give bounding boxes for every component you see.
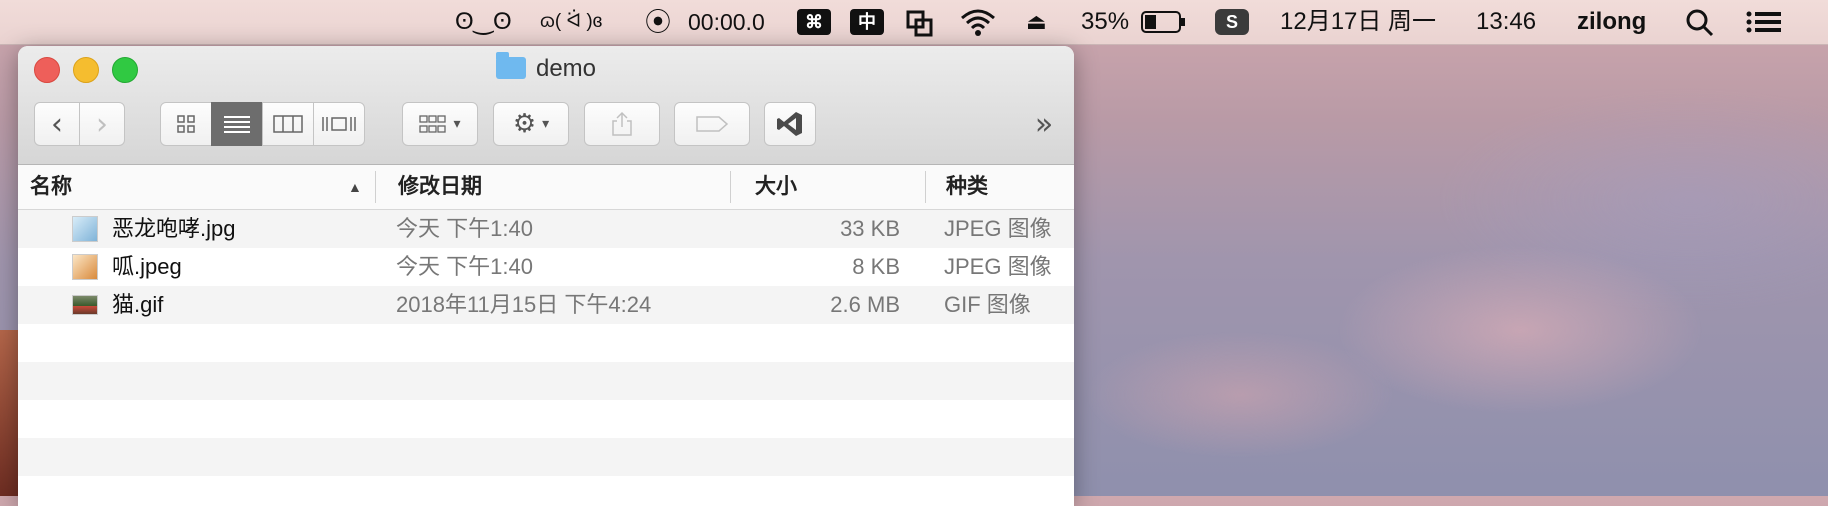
file-row[interactable]: 呱.jpeg 今天 下午1:40 8 KB JPEG 图像 bbox=[18, 248, 1074, 286]
chevron-down-icon: ▾ bbox=[453, 116, 461, 132]
menubar-app-face-icon-2[interactable]: ɷ( ᐛ )ɞ bbox=[540, 0, 602, 44]
icon-view-button[interactable] bbox=[160, 102, 212, 146]
empty-row bbox=[18, 362, 1074, 400]
gif-thumbnail-icon bbox=[72, 295, 98, 315]
file-kind: JPEG 图像 bbox=[944, 216, 1052, 241]
share-button[interactable] bbox=[584, 102, 660, 146]
record-icon[interactable]: ⦿ bbox=[645, 0, 671, 44]
forward-button[interactable]: › bbox=[79, 102, 125, 146]
empty-row bbox=[18, 476, 1074, 506]
menu-bar: ʘ‿ʘ ɷ( ᐛ )ɞ ⦿ 00:00.0 ⌘ 中 ⏏ 35% S 12月17日… bbox=[0, 0, 1828, 45]
tag-button[interactable] bbox=[674, 102, 750, 146]
title-bar: demo ‹ › ▾ ⚙ ▾ » bbox=[18, 46, 1074, 165]
file-name: 呱.jpeg bbox=[112, 254, 182, 279]
file-row[interactable]: 恶龙咆哮.jpg 今天 下午1:40 33 KB JPEG 图像 bbox=[18, 210, 1074, 248]
image-thumbnail-icon bbox=[72, 254, 98, 280]
empty-row bbox=[18, 324, 1074, 362]
group-by-button[interactable]: ▾ bbox=[402, 102, 478, 146]
list-view-button[interactable] bbox=[211, 102, 263, 146]
notification-center-icon[interactable] bbox=[1745, 0, 1783, 44]
column-divider[interactable] bbox=[730, 171, 731, 203]
list-view-icon bbox=[224, 116, 250, 133]
record-timer[interactable]: 00:00.0 bbox=[688, 0, 765, 44]
gallery-view-button[interactable] bbox=[313, 102, 365, 146]
battery-icon[interactable] bbox=[1140, 0, 1188, 44]
file-size: 8 KB bbox=[852, 254, 900, 279]
image-thumbnail-icon bbox=[72, 216, 98, 242]
empty-row bbox=[18, 438, 1074, 476]
file-name: 恶龙咆哮.jpg bbox=[112, 216, 236, 241]
file-date: 2018年11月15日 下午4:24 bbox=[396, 292, 652, 317]
menubar-app-face-icon[interactable]: ʘ‿ʘ bbox=[455, 0, 512, 44]
gallery-view-icon bbox=[322, 117, 356, 131]
file-date: 今天 下午1:40 bbox=[396, 216, 533, 241]
file-date: 今天 下午1:40 bbox=[396, 254, 533, 279]
column-divider[interactable] bbox=[375, 171, 376, 203]
menubar-date[interactable]: 12月17日 周一 bbox=[1280, 0, 1436, 44]
group-by-icon bbox=[419, 115, 447, 133]
screen-share-icon[interactable] bbox=[905, 0, 935, 44]
battery-percentage[interactable]: 35% bbox=[1081, 0, 1129, 44]
command-icon[interactable]: ⌘ bbox=[797, 9, 831, 35]
toolbar-overflow-button[interactable]: » bbox=[1026, 102, 1062, 146]
column-view-icon bbox=[273, 115, 303, 133]
file-kind: JPEG 图像 bbox=[944, 254, 1052, 279]
file-size: 2.6 MB bbox=[830, 292, 900, 317]
column-name[interactable]: 名称 bbox=[30, 165, 72, 209]
share-icon bbox=[612, 111, 632, 136]
column-kind[interactable]: 种类 bbox=[946, 165, 988, 209]
eject-icon[interactable]: ⏏ bbox=[1026, 0, 1047, 44]
gear-icon: ⚙ bbox=[512, 109, 537, 139]
window-title: demo bbox=[18, 46, 1074, 92]
file-kind: GIF 图像 bbox=[944, 292, 1031, 317]
vscode-icon bbox=[777, 112, 802, 136]
column-header: 名称 ▲ 修改日期 大小 种类 bbox=[18, 165, 1074, 210]
sort-ascending-icon[interactable]: ▲ bbox=[348, 165, 362, 209]
chevron-down-icon: ▾ bbox=[542, 116, 550, 132]
empty-row bbox=[18, 400, 1074, 438]
file-name: 猫.gif bbox=[112, 292, 164, 317]
menubar-time[interactable]: 13:46 bbox=[1476, 0, 1536, 44]
vscode-button[interactable] bbox=[764, 102, 816, 146]
back-button[interactable]: ‹ bbox=[34, 102, 80, 146]
finder-window: demo ‹ › ▾ ⚙ ▾ » 名称 ▲ 修改日期 大小 种类 恶龙咆哮.jp… bbox=[18, 46, 1074, 506]
wifi-icon[interactable] bbox=[958, 0, 998, 44]
column-view-button[interactable] bbox=[262, 102, 314, 146]
window-title-text: demo bbox=[535, 55, 597, 82]
file-row[interactable]: 猫.gif 2018年11月15日 下午4:24 2.6 MB GIF 图像 bbox=[18, 286, 1074, 324]
sogou-icon[interactable]: S bbox=[1215, 9, 1249, 35]
column-size[interactable]: 大小 bbox=[755, 165, 797, 209]
icon-view-icon bbox=[177, 115, 195, 133]
action-button[interactable]: ⚙ ▾ bbox=[493, 102, 569, 146]
folder-icon bbox=[495, 52, 526, 79]
file-size: 33 KB bbox=[840, 216, 900, 241]
spotlight-search-icon[interactable] bbox=[1685, 0, 1715, 44]
column-date-modified[interactable]: 修改日期 bbox=[398, 165, 482, 209]
input-method-indicator[interactable]: 中 bbox=[850, 9, 884, 35]
tag-icon bbox=[696, 116, 729, 132]
menubar-user[interactable]: zilong bbox=[1577, 0, 1646, 44]
column-divider[interactable] bbox=[925, 171, 926, 203]
